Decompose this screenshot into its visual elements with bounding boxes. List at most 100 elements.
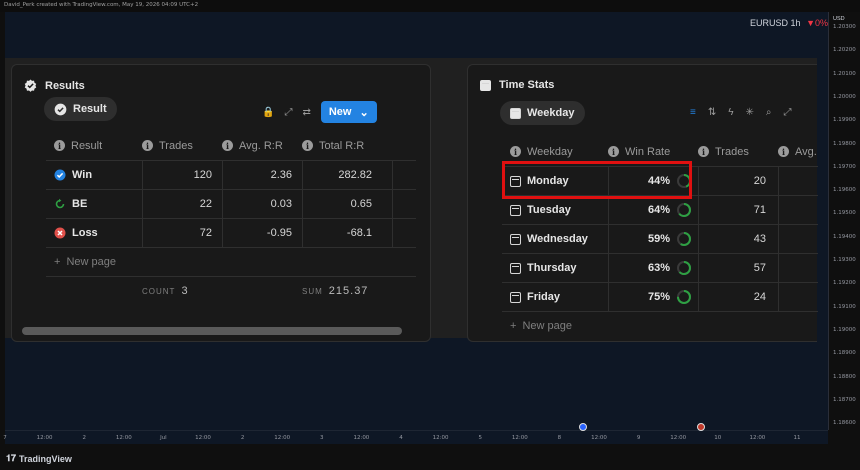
results-new-page[interactable]: + New page [46,247,416,276]
table-row[interactable]: Tuesday 64% 71 [502,195,818,224]
progress-ring-icon [677,232,691,246]
plus-icon: + [54,256,61,268]
time-tick-label: 12:00 [432,435,449,441]
win-rate-cell: 59% [608,225,692,253]
avg-rr-cell: 2.36 [270,169,292,181]
time-tick-label: 12:00 [195,435,211,441]
filter-icon[interactable]: ≡ [690,107,696,118]
info-icon: i [142,140,153,151]
info-icon: i [698,146,709,157]
brand-label: TradingView [19,453,72,464]
info-icon: i [54,140,65,151]
time-tick-label: 5 [478,435,482,441]
time-stats-new-page[interactable]: + New page [502,311,818,340]
result-cell: Win [54,161,142,189]
time-tick-label: 2 [82,435,86,441]
magic-wand-icon[interactable]: ✳ [746,107,754,118]
price-tick-label: 1.18900 [833,350,856,357]
price-tick-label: 1.20200 [833,47,856,54]
time-axis[interactable]: 7 12:00 2 12:00 Jul 12:00 2 12:00 3 12:00 4 12:00 5 1… [3,430,828,444]
lock-icon[interactable]: 🔒 [262,107,274,118]
time-tick-label: 11 [793,435,801,441]
time-stats-panel: Time Stats Weekday ≡ ⇅ ϟ ✳ ⌕ ⤢ i Weekday … [467,64,818,342]
col-header-total-rr[interactable]: i Total R:R [302,131,392,160]
time-tick-label: 12:00 [511,435,528,441]
time-tick-label: 8 [557,435,562,441]
time-tick-label: 12:00 [749,435,766,441]
total-rr-cell: -68.1 [346,227,372,239]
settings-icon[interactable]: ⇄ [302,107,310,118]
expand-icon[interactable]: ⤢ [784,107,792,118]
results-title: Results [24,79,85,92]
count-summary[interactable]: COUNT 3 [142,277,262,305]
check-circle-icon [54,169,66,181]
sum-summary[interactable]: SUM 215.37 [302,277,422,305]
avg-rr-cell: -0.95 [266,227,292,239]
weekday-view-tab[interactable]: Weekday [500,101,585,125]
col-header-avg-rr[interactable]: i Avg. R:R [222,131,302,160]
table-row[interactable]: Thursday 63% 57 [502,253,818,282]
highlight-box [502,161,692,199]
col-header-trades[interactable]: i Trades [698,137,778,166]
info-icon: i [778,146,789,157]
info-icon: i [608,146,619,157]
plus-icon: + [510,320,517,332]
table-row[interactable]: Loss 72 -0.95 -68.1 [46,218,416,247]
price-tick-label: 1.18800 [833,373,856,380]
col-header-avg[interactable]: i Avg. [778,137,838,166]
horizontal-scrollbar[interactable] [22,327,402,335]
time-tick-label: Jul [160,435,167,441]
caption-bar: David_Perk created with TradingView.com,… [0,0,860,12]
chevron-down-icon[interactable]: ⌄ [359,106,368,119]
trades-cell: 24 [753,291,766,303]
lightning-icon[interactable]: ϟ [728,107,733,118]
event-marker-icon[interactable] [579,423,587,431]
time-tick-label: 12:00 [274,435,291,441]
tv-logo-icon: 𝟏𝟕 [6,453,17,463]
table-row[interactable]: Friday 75% 24 [502,282,818,311]
calendar-icon [510,204,521,216]
price-axis[interactable]: USD 1.20300 1.20200 1.20100 1.20000 1.19900 1… [828,12,860,430]
change-label: ▼0% [806,18,828,28]
results-panel: Results Result 🔒 ⤢ ⇄ New ⌄ i Result i Trad… [11,64,431,342]
weekday-cell: Wednesday [510,225,608,253]
calendar-icon [510,291,521,303]
time-tick-label: 4 [399,435,403,441]
event-marker-icon[interactable] [697,423,705,431]
total-rr-cell: 0.65 [350,198,372,210]
trades-cell: 22 [199,198,212,210]
weekday-cell: Tuesday [510,196,608,224]
col-header-trades[interactable]: i Trades [142,131,222,160]
table-row[interactable]: Wednesday 59% 43 [502,224,818,253]
price-tick-label: 1.19400 [833,233,856,240]
time-tick-label: 7 [3,435,7,441]
interval-label: 1h [790,18,801,28]
table-row[interactable]: Win 120 2.36 282.82 [46,160,416,189]
verified-badge-icon [54,103,67,115]
table-row[interactable]: BE 22 0.03 0.65 [46,189,416,218]
time-tick-label: 12:00 [670,435,687,441]
avg-rr-cell: 0.03 [270,198,292,210]
win-rate-cell: 64% [608,196,692,224]
results-toolbar: 🔒 ⤢ ⇄ New ⌄ [262,101,377,123]
price-tick-label: 1.19000 [833,326,856,333]
total-rr-cell: 282.82 [338,169,372,181]
price-tick-label: 1.20300 [833,24,856,30]
new-button[interactable]: New ⌄ [320,101,377,123]
price-tick-label: 1.18700 [833,396,856,403]
info-icon: i [510,146,521,157]
price-tick-label: 1.19900 [833,117,856,124]
x-circle-icon [54,227,66,239]
sort-icon[interactable]: ⇅ [708,107,716,118]
price-tick-label: 1.19500 [833,210,856,217]
time-stats-title-label: Time Stats [499,79,555,91]
price-tick-label: 1.18600 [833,420,856,427]
progress-ring-icon [677,290,691,304]
col-header-result[interactable]: i Result [54,131,144,160]
search-icon[interactable]: ⌕ [766,107,772,118]
refresh-icon [54,198,66,210]
trades-cell: 57 [753,262,766,274]
tradingview-logo[interactable]: 𝟏𝟕 TradingView [6,453,72,464]
expand-icon[interactable]: ⤢ [284,107,292,118]
results-view-tab[interactable]: Result [44,97,117,121]
